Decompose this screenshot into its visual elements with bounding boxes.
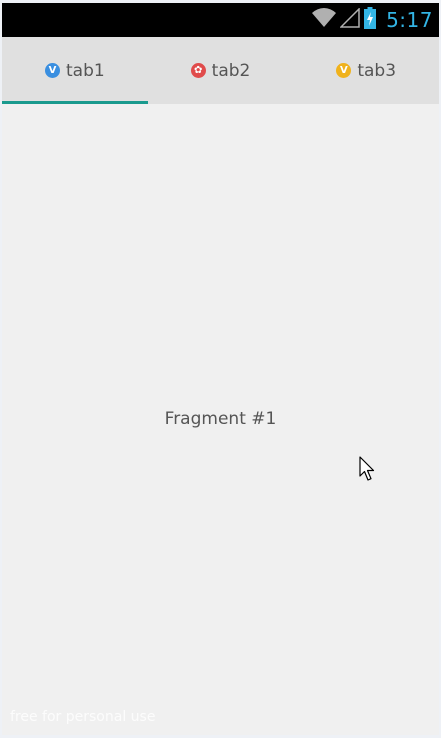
status-icons: 5:17	[312, 3, 433, 37]
mouse-cursor-icon	[359, 456, 375, 486]
tab-label: tab2	[211, 60, 251, 81]
tab1-icon: V	[44, 63, 60, 78]
tab-bar: V tab1 ✿ tab2 V tab3	[2, 37, 439, 104]
wifi-icon	[312, 8, 337, 32]
tab3-icon: V	[336, 63, 352, 78]
status-bar: 5:17	[2, 3, 439, 37]
signal-icon	[339, 7, 360, 32]
tab-tab2[interactable]: ✿ tab2	[148, 37, 294, 104]
fragment-content: Fragment #1 free for personal use	[2, 104, 439, 735]
fragment-label: Fragment #1	[164, 409, 277, 429]
tab2-icon: ✿	[190, 63, 206, 78]
tab-label: tab3	[357, 60, 397, 81]
tab-label: tab1	[65, 60, 105, 81]
tab-tab1[interactable]: V tab1	[2, 37, 148, 104]
battery-charging-icon	[364, 7, 377, 33]
status-time: 5:17	[386, 8, 433, 32]
tab-tab3[interactable]: V tab3	[293, 37, 439, 104]
watermark-text: free for personal use	[10, 709, 156, 725]
device-screen: 5:17 V tab1 ✿ tab2 V tab3 Fragment #1 fr…	[2, 3, 439, 735]
